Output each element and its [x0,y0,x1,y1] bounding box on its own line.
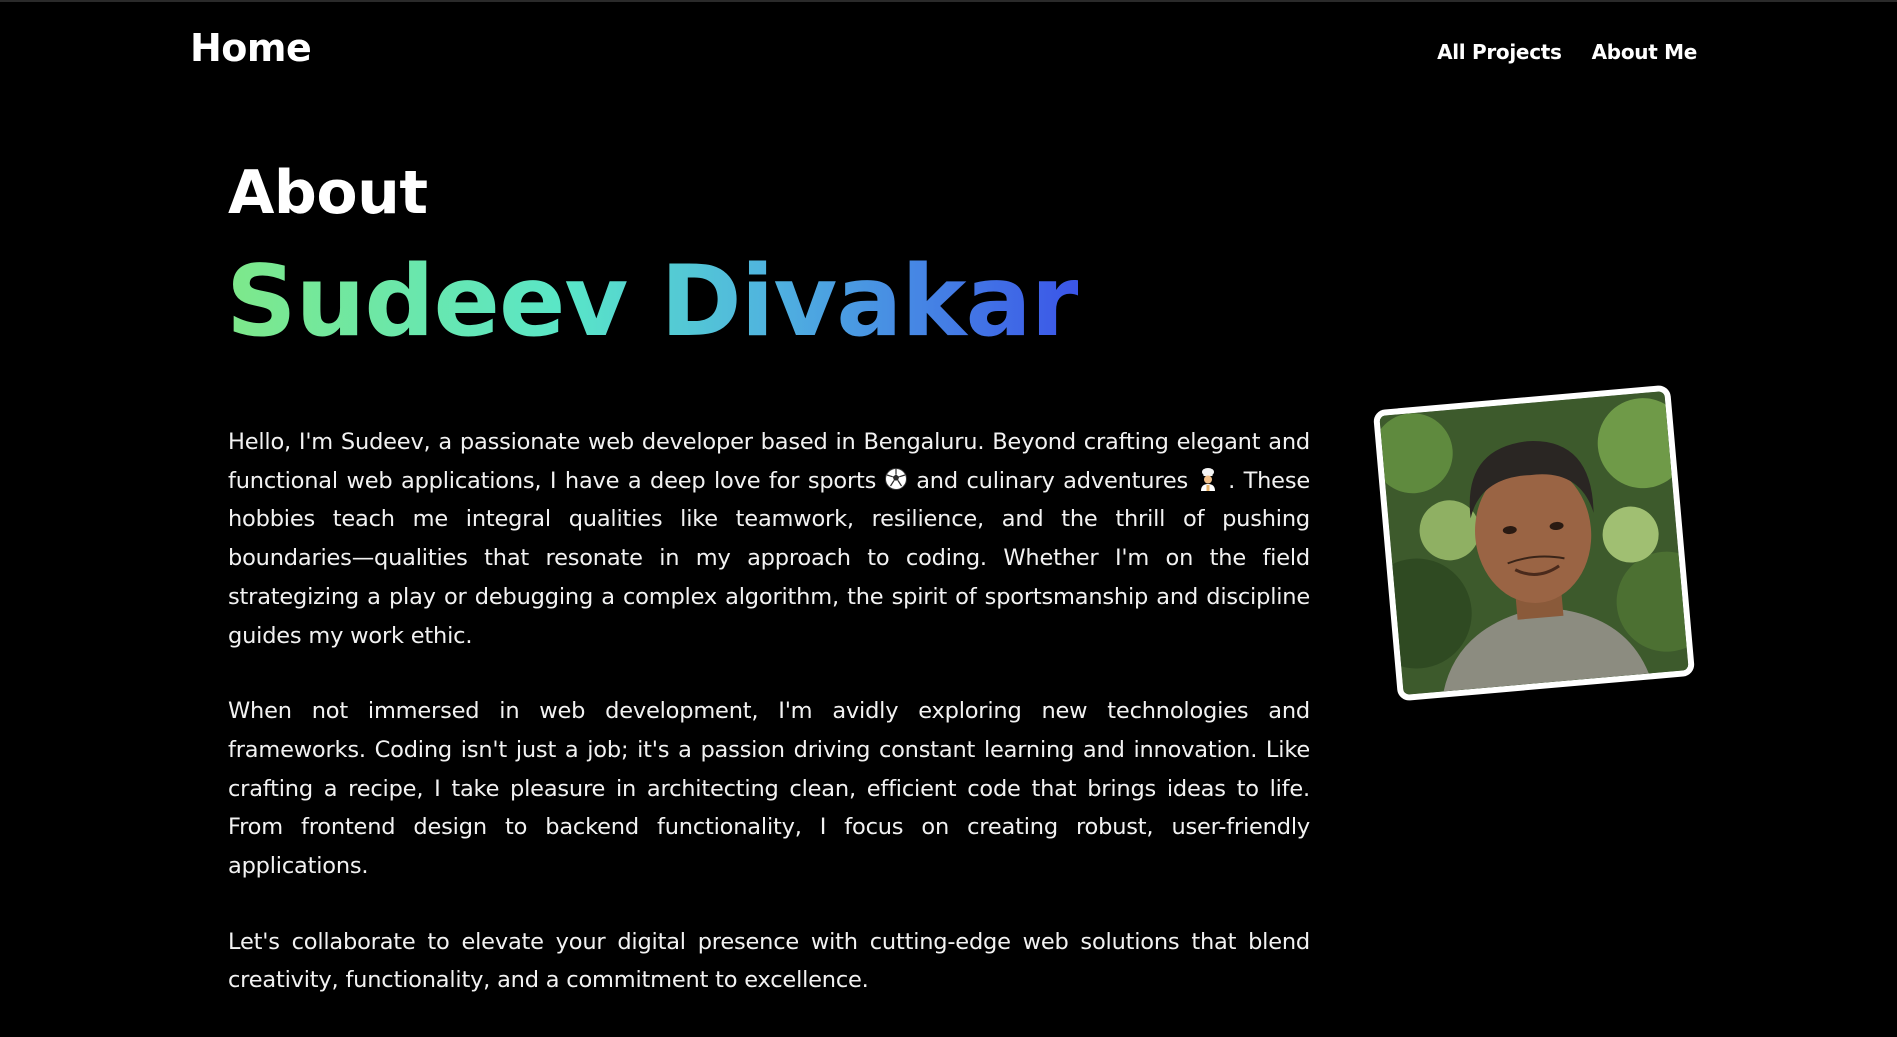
bio-p1-part-b: and culinary adventures [916,467,1189,494]
profile-photo-image [1379,391,1689,695]
bio-paragraph-1: Hello, I'm Sudeev, a passionate web deve… [228,423,1310,655]
nav-link-all-projects[interactable]: All Projects [1437,40,1562,64]
bio-paragraph-2: When not immersed in web development, I'… [228,698,1310,880]
nav-links: All Projects About Me [1437,40,1697,64]
profile-photo [1372,384,1696,702]
bio-p1-part-c: . These hobbies teach me integral qualit… [228,467,1310,649]
bio-section: Hello, I'm Sudeev, a passionate web deve… [228,423,1310,1037]
chef-icon [1196,465,1220,491]
name-heading: Sudeev Divakar [226,245,1079,359]
home-link[interactable]: Home [190,26,312,70]
about-heading: About [228,158,428,228]
navbar: Home All Projects About Me [0,0,1897,104]
nav-link-about-me[interactable]: About Me [1592,40,1698,64]
soccer-ball-icon [884,465,908,490]
bio-paragraph-3: Let's collaborate to elevate your digita… [228,928,1310,994]
